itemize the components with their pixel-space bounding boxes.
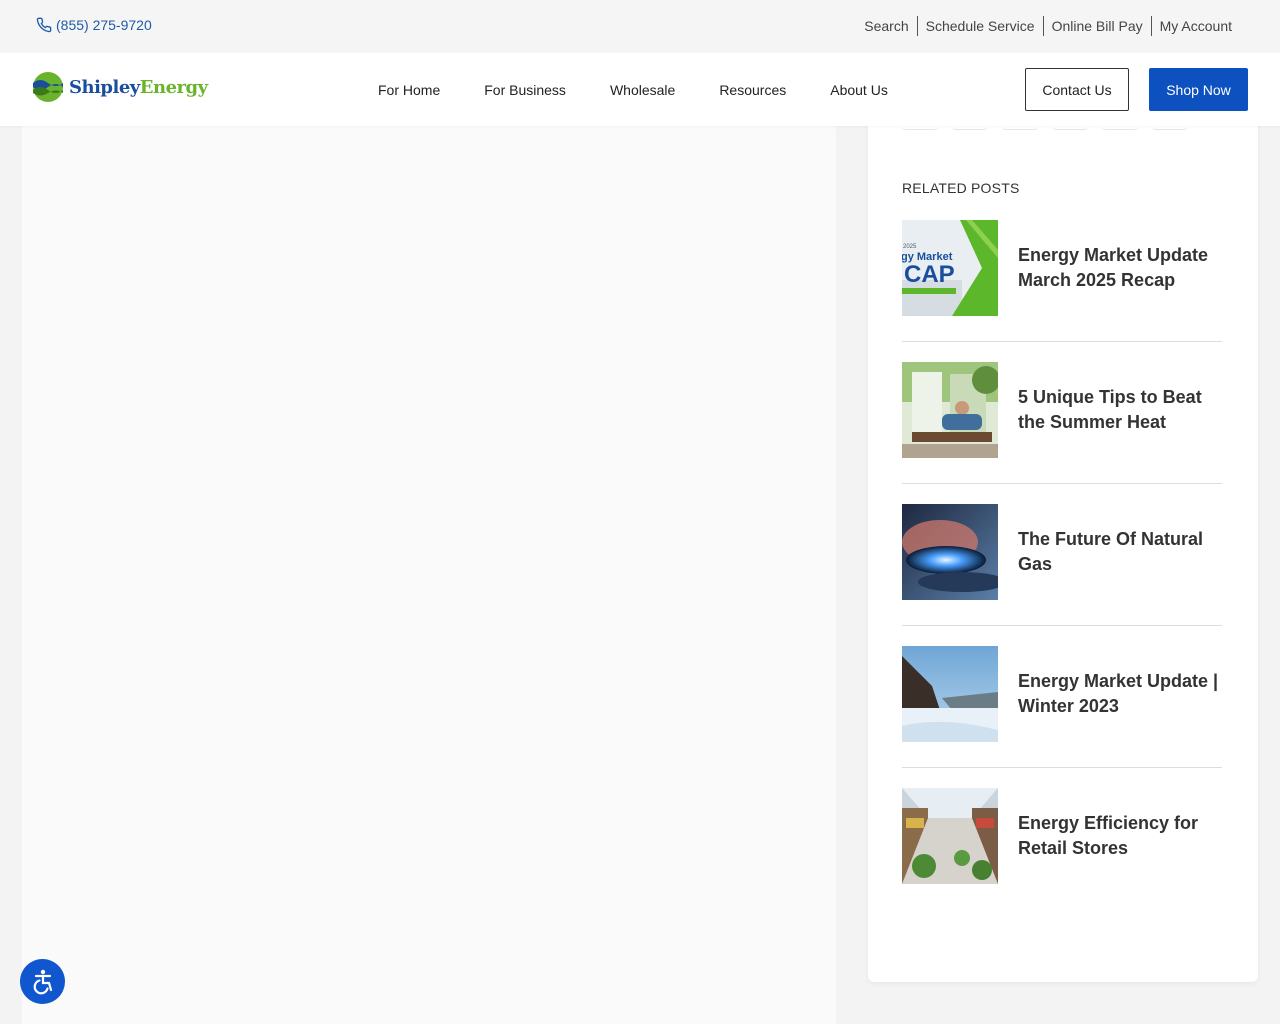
svg-text:CAP: CAP (904, 261, 955, 288)
phone-link[interactable]: (855) 275-9720 (36, 17, 152, 33)
my-account-link[interactable]: My Account (1152, 18, 1240, 34)
share-button[interactable] (952, 126, 988, 130)
site-logo[interactable]: ShipleyEnergy (31, 70, 208, 104)
nav-for-home[interactable]: For Home (356, 82, 462, 98)
post-thumbnail[interactable] (902, 504, 998, 600)
logo-mark-icon (33, 72, 63, 102)
share-button[interactable] (1002, 126, 1038, 130)
share-button[interactable] (1102, 126, 1138, 130)
related-post-item[interactable]: The Future Of Natural Gas (902, 504, 1222, 600)
nav-about-us[interactable]: About Us (808, 82, 910, 98)
post-divider (902, 625, 1222, 626)
share-button[interactable] (1052, 126, 1088, 130)
related-post-item[interactable]: 5 Unique Tips to Beat the Summer Heat (902, 362, 1222, 458)
utility-bar: (855) 275-9720 Search Schedule Service O… (0, 0, 1280, 53)
accessibility-button[interactable] (20, 959, 65, 1004)
main-nav: For Home For Business Wholesale Resource… (356, 53, 910, 126)
nav-for-business[interactable]: For Business (462, 82, 588, 98)
share-button[interactable] (902, 126, 938, 130)
svg-text:2025: 2025 (903, 244, 917, 250)
phone-icon (36, 17, 52, 33)
related-post-item[interactable]: Energy Market Update | Winter 2023 (902, 646, 1222, 742)
contact-us-button[interactable]: Contact Us (1025, 68, 1129, 111)
post-title[interactable]: Energy Efficiency for Retail Stores (1018, 811, 1222, 861)
utility-links: Search Schedule Service Online Bill Pay … (856, 16, 1240, 36)
post-thumbnail[interactable] (902, 788, 998, 884)
share-buttons-row (902, 126, 1188, 130)
nav-wholesale[interactable]: Wholesale (588, 82, 697, 98)
accessibility-icon (33, 969, 52, 994)
post-divider (902, 483, 1222, 484)
phone-number: (855) 275-9720 (56, 17, 152, 33)
nav-resources[interactable]: Resources (697, 82, 808, 98)
article-content-area (22, 126, 836, 1024)
related-post-item[interactable]: 2025 gy Market CAP Energy Market Update … (902, 220, 1222, 316)
post-divider (902, 341, 1222, 342)
related-posts-heading: RELATED POSTS (902, 180, 1020, 196)
search-link[interactable]: Search (856, 18, 916, 34)
post-thumbnail[interactable] (902, 646, 998, 742)
post-thumbnail[interactable] (902, 362, 998, 458)
post-thumbnail[interactable]: 2025 gy Market CAP (902, 220, 998, 316)
share-button[interactable] (1152, 126, 1188, 130)
post-title[interactable]: Energy Market Update | Winter 2023 (1018, 669, 1222, 719)
post-title[interactable]: Energy Market Update March 2025 Recap (1018, 243, 1222, 293)
shop-now-button[interactable]: Shop Now (1149, 68, 1248, 111)
main-header: ShipleyEnergy For Home For Business Whol… (0, 53, 1280, 126)
post-title[interactable]: The Future Of Natural Gas (1018, 527, 1222, 577)
related-post-item[interactable]: Energy Efficiency for Retail Stores (902, 788, 1222, 884)
schedule-service-link[interactable]: Schedule Service (918, 18, 1043, 34)
logo-wordmark: ShipleyEnergy (69, 76, 208, 98)
post-title[interactable]: 5 Unique Tips to Beat the Summer Heat (1018, 385, 1222, 435)
online-bill-pay-link[interactable]: Online Bill Pay (1044, 18, 1151, 34)
post-divider (902, 767, 1222, 768)
